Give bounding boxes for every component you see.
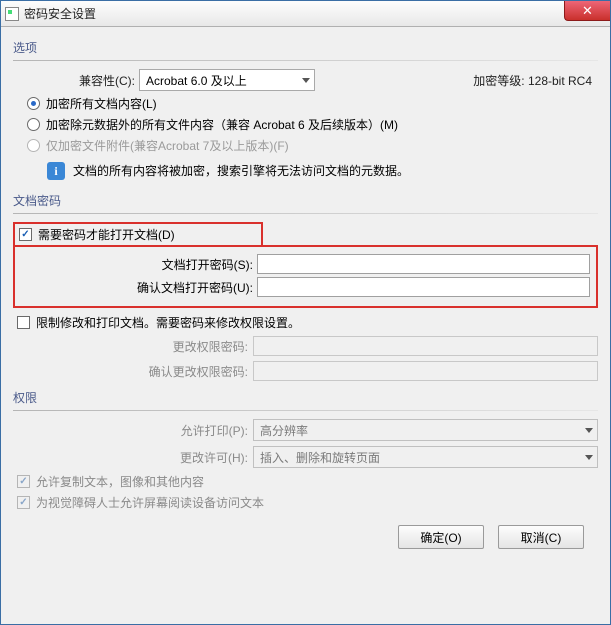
radio-attach-only-label: 仅加密文件附件(兼容Acrobat 7及以上版本)(F): [46, 137, 289, 154]
require-open-pw-checkbox[interactable]: [19, 228, 32, 241]
radio-except-meta-row[interactable]: 加密除元数据外的所有文件内容（兼容 Acrobat 6 及后续版本）(M): [27, 116, 598, 133]
allow-changes-label: 更改许可(H):: [13, 449, 253, 466]
chevron-down-icon: [302, 78, 310, 83]
open-pw-row: 文档打开密码(S):: [21, 254, 590, 274]
divider: [13, 410, 598, 411]
info-text: 文档的所有内容将被加密，搜索引擎将无法访问文档的元数据。: [73, 162, 409, 179]
require-open-pw-row[interactable]: 需要密码才能打开文档(D): [19, 226, 257, 243]
allow-print-label: 允许打印(P):: [13, 422, 253, 439]
confirm-open-pw-row: 确认文档打开密码(U):: [21, 277, 590, 297]
radio-except-meta-label: 加密除元数据外的所有文件内容（兼容 Acrobat 6 及后续版本）(M): [46, 116, 398, 133]
chevron-down-icon: [585, 455, 593, 460]
radio-attach-only: [27, 139, 40, 152]
allow-print-value: 高分辨率: [260, 422, 308, 439]
allow-screen-reader-label: 为视觉障碍人士允许屏幕阅读设备访问文本: [36, 494, 264, 511]
app-icon: [5, 7, 19, 21]
allow-copy-row: 允许复制文本，图像和其他内容: [17, 473, 598, 490]
group-docpw-label: 文档密码: [13, 192, 598, 209]
confirm-open-pw-input[interactable]: [257, 277, 590, 297]
password-security-dialog: 密码安全设置 ✕ 选项 兼容性(C): Acrobat 6.0 及以上 加密等级…: [0, 0, 611, 625]
change-perm-pw-label: 更改权限密码:: [13, 338, 253, 355]
radio-attach-only-row: 仅加密文件附件(兼容Acrobat 7及以上版本)(F): [27, 137, 598, 154]
compat-value: Acrobat 6.0 及以上: [146, 72, 247, 89]
confirm-change-perm-pw-label: 确认更改权限密码:: [13, 363, 253, 380]
encryption-level-label: 加密等级: 128-bit RC4: [473, 72, 598, 89]
require-open-pw-label: 需要密码才能打开文档(D): [38, 226, 175, 243]
group-options-label: 选项: [13, 39, 598, 56]
dialog-content: 选项 兼容性(C): Acrobat 6.0 及以上 加密等级: 128-bit…: [1, 27, 610, 624]
divider: [13, 213, 598, 214]
highlight-open-pw-fields: 文档打开密码(S): 确认文档打开密码(U):: [13, 245, 598, 308]
info-icon: i: [47, 162, 65, 180]
confirm-change-perm-pw-row: 确认更改权限密码:: [13, 361, 598, 381]
restrict-label: 限制修改和打印文档。需要密码来修改权限设置。: [36, 314, 300, 331]
info-row: i 文档的所有内容将被加密，搜索引擎将无法访问文档的元数据。: [47, 162, 598, 180]
group-perm-label: 权限: [13, 389, 598, 406]
radio-encrypt-all[interactable]: [27, 97, 40, 110]
close-button[interactable]: ✕: [564, 1, 610, 21]
titlebar: 密码安全设置 ✕: [1, 1, 610, 27]
allow-changes-row: 更改许可(H): 插入、删除和旋转页面: [13, 446, 598, 468]
ok-button[interactable]: 确定(O): [398, 525, 484, 549]
compat-combo[interactable]: Acrobat 6.0 及以上: [139, 69, 315, 91]
cancel-button[interactable]: 取消(C): [498, 525, 584, 549]
allow-print-row: 允许打印(P): 高分辨率: [13, 419, 598, 441]
chevron-down-icon: [585, 428, 593, 433]
change-perm-pw-row: 更改权限密码:: [13, 336, 598, 356]
radio-encrypt-all-label: 加密所有文档内容(L): [46, 95, 157, 112]
restrict-row[interactable]: 限制修改和打印文档。需要密码来修改权限设置。: [17, 314, 598, 331]
divider: [13, 60, 598, 61]
radio-encrypt-all-row[interactable]: 加密所有文档内容(L): [27, 95, 598, 112]
allow-changes-combo: 插入、删除和旋转页面: [253, 446, 598, 468]
allow-screen-reader-row: 为视觉障碍人士允许屏幕阅读设备访问文本: [17, 494, 598, 511]
compat-label: 兼容性(C):: [13, 72, 139, 89]
radio-except-meta[interactable]: [27, 118, 40, 131]
dialog-footer: 确定(O) 取消(C): [13, 515, 598, 551]
change-perm-pw-input: [253, 336, 598, 356]
allow-print-combo: 高分辨率: [253, 419, 598, 441]
close-icon: ✕: [582, 3, 593, 19]
open-pw-label: 文档打开密码(S):: [21, 256, 257, 273]
allow-screen-reader-checkbox: [17, 496, 30, 509]
confirm-change-perm-pw-input: [253, 361, 598, 381]
compat-row: 兼容性(C): Acrobat 6.0 及以上 加密等级: 128-bit RC…: [13, 69, 598, 91]
confirm-open-pw-label: 确认文档打开密码(U):: [21, 279, 257, 296]
open-pw-input[interactable]: [257, 254, 590, 274]
highlight-require-pw: 需要密码才能打开文档(D): [13, 222, 263, 247]
restrict-checkbox[interactable]: [17, 316, 30, 329]
allow-copy-label: 允许复制文本，图像和其他内容: [36, 473, 204, 490]
window-title: 密码安全设置: [24, 5, 96, 22]
allow-copy-checkbox: [17, 475, 30, 488]
allow-changes-value: 插入、删除和旋转页面: [260, 449, 380, 466]
